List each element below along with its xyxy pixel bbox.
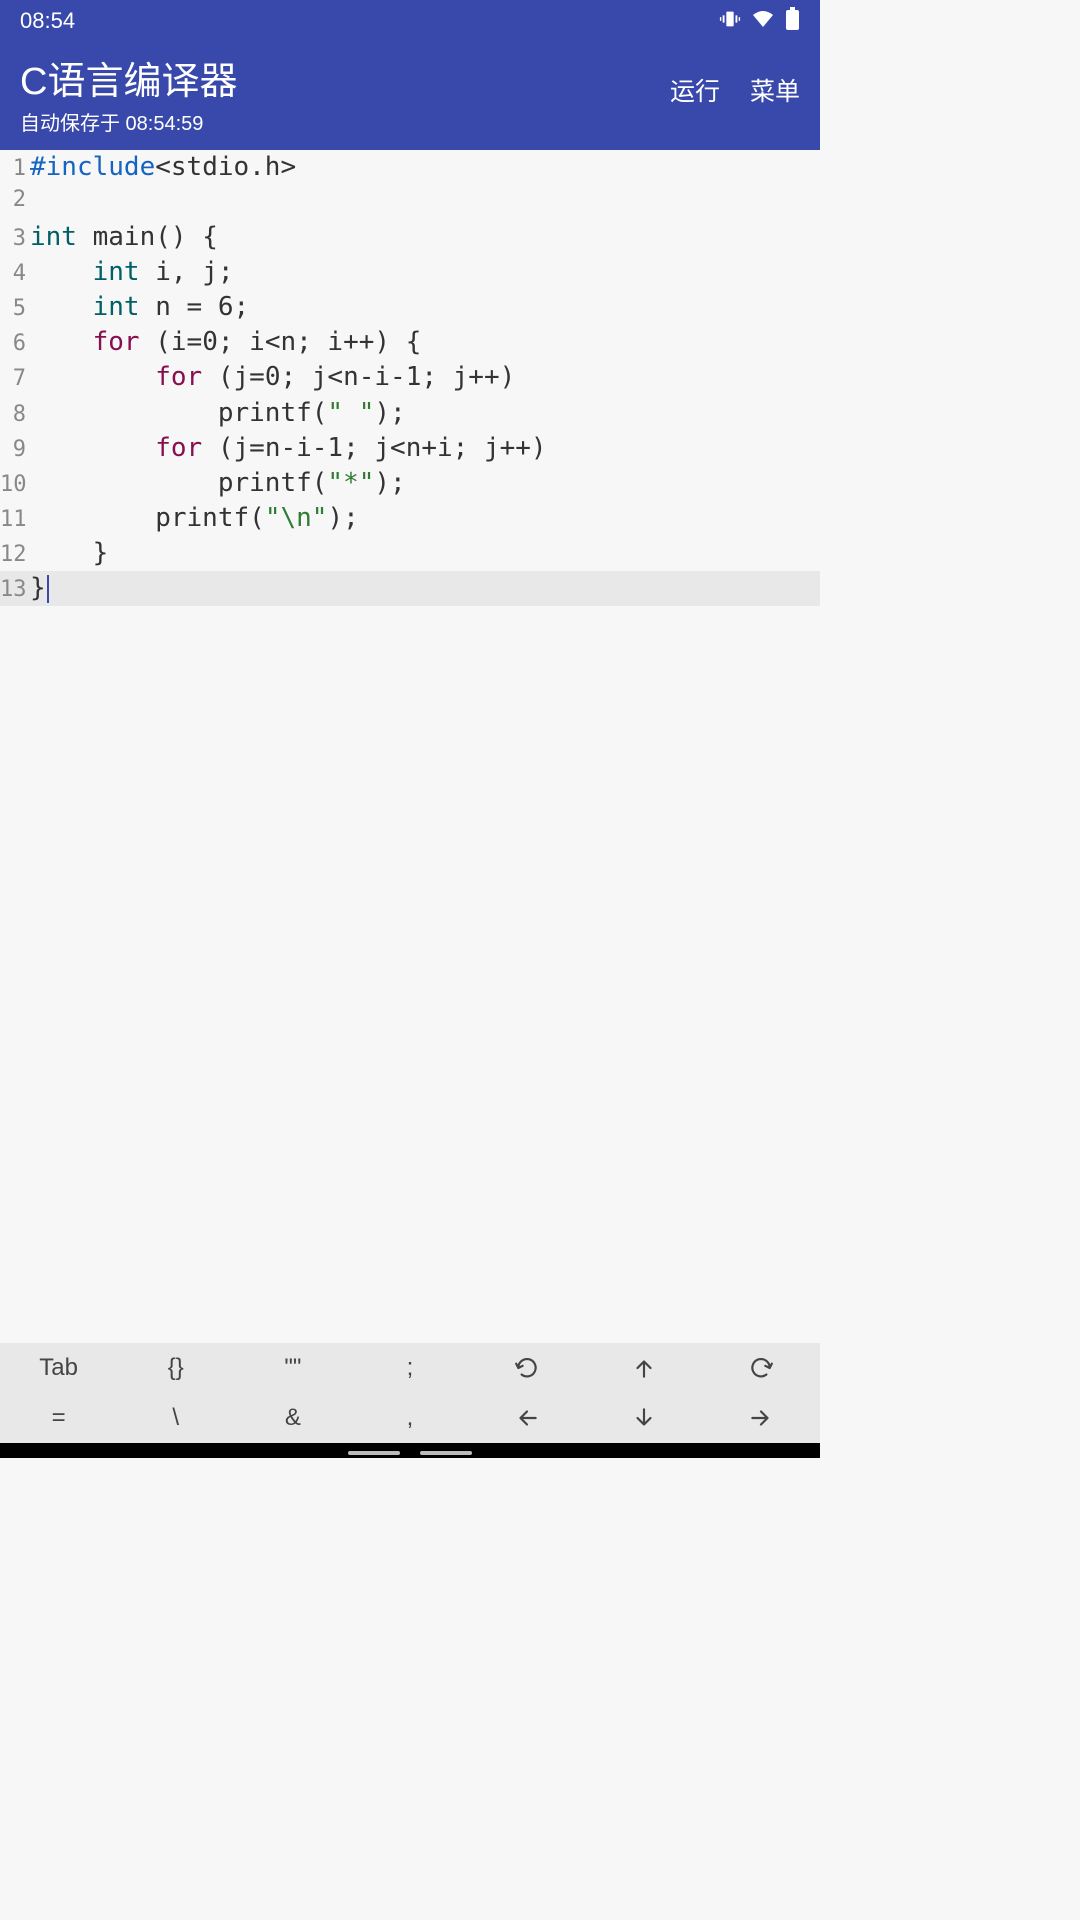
code-line[interactable]: 12 } — [0, 536, 820, 571]
keyboard-toolbar: Tab{}""; =\&, — [0, 1343, 820, 1443]
arrow-down-icon[interactable] — [586, 1393, 703, 1443]
undo-icon[interactable] — [469, 1343, 586, 1393]
app-bar: C语言编译器 自动保存于 08:54:59 运行 菜单 — [0, 42, 820, 150]
vibrate-icon — [719, 8, 741, 35]
status-bar: 08:54 — [0, 0, 820, 42]
code-content[interactable]: printf("*"); — [30, 466, 406, 501]
key-sym[interactable]: = — [0, 1393, 117, 1443]
line-number: 6 — [0, 329, 30, 359]
code-line[interactable]: 11 printf("\n"); — [0, 501, 820, 536]
code-content[interactable]: } — [30, 571, 49, 606]
code-content[interactable]: for (j=0; j<n-i-1; j++) — [30, 360, 515, 395]
line-number: 3 — [0, 224, 30, 254]
menu-button[interactable]: 菜单 — [750, 72, 800, 108]
line-number: 12 — [0, 540, 30, 570]
line-number: 1 — [0, 154, 30, 184]
text-cursor — [47, 575, 49, 603]
wifi-icon — [751, 7, 775, 36]
code-line[interactable]: 4 int i, j; — [0, 255, 820, 290]
code-content[interactable]: int i, j; — [30, 255, 234, 290]
line-number: 9 — [0, 435, 30, 465]
code-content[interactable]: #include<stdio.h> — [30, 150, 296, 185]
status-icons — [719, 7, 800, 36]
code-content[interactable]: for (i=0; i<n; i++) { — [30, 325, 421, 360]
line-number: 8 — [0, 400, 30, 430]
code-content[interactable]: int n = 6; — [30, 290, 249, 325]
code-line[interactable]: 8 printf(" "); — [0, 396, 820, 431]
code-editor[interactable]: 1#include<stdio.h>23int main() {4 int i,… — [0, 150, 820, 1343]
code-line[interactable]: 7 for (j=0; j<n-i-1; j++) — [0, 360, 820, 395]
arrow-up-icon[interactable] — [586, 1343, 703, 1393]
battery-icon — [785, 7, 800, 36]
status-time: 08:54 — [20, 8, 75, 34]
app-title: C语言编译器 — [20, 50, 237, 105]
line-number: 7 — [0, 364, 30, 394]
arrow-right-icon[interactable] — [703, 1393, 820, 1443]
key-sym[interactable]: ; — [351, 1343, 468, 1393]
code-line[interactable]: 10 printf("*"); — [0, 466, 820, 501]
key-sym[interactable]: \ — [117, 1393, 234, 1443]
redo-icon[interactable] — [703, 1343, 820, 1393]
line-number: 4 — [0, 259, 30, 289]
key-Tab[interactable]: Tab — [0, 1343, 117, 1393]
nav-indicator — [348, 1451, 472, 1455]
code-content[interactable]: printf("\n"); — [30, 501, 359, 536]
code-line[interactable]: 9 for (j=n-i-1; j<n+i; j++) — [0, 431, 820, 466]
line-number: 5 — [0, 294, 30, 324]
line-number: 10 — [0, 470, 30, 500]
code-line[interactable]: 13} — [0, 571, 820, 606]
key-symsym[interactable]: "" — [234, 1343, 351, 1393]
code-line[interactable]: 5 int n = 6; — [0, 290, 820, 325]
autosave-status: 自动保存于 08:54:59 — [20, 107, 237, 136]
code-content[interactable]: printf(" "); — [30, 396, 406, 431]
key-sym[interactable]: , — [351, 1393, 468, 1443]
key-symsym[interactable]: {} — [117, 1343, 234, 1393]
code-content[interactable]: int main() { — [30, 220, 218, 255]
code-content[interactable]: } — [30, 536, 108, 571]
code-line[interactable]: 2 — [0, 185, 820, 220]
line-number: 13 — [0, 575, 30, 605]
line-number: 11 — [0, 505, 30, 535]
run-button[interactable]: 运行 — [670, 72, 720, 108]
code-line[interactable]: 1#include<stdio.h> — [0, 150, 820, 185]
code-line[interactable]: 3int main() { — [0, 220, 820, 255]
key-sym[interactable]: & — [234, 1393, 351, 1443]
code-line[interactable]: 6 for (i=0; i<n; i++) { — [0, 325, 820, 360]
line-number: 2 — [0, 185, 30, 215]
code-content[interactable]: for (j=n-i-1; j<n+i; j++) — [30, 431, 547, 466]
arrow-left-icon[interactable] — [469, 1393, 586, 1443]
